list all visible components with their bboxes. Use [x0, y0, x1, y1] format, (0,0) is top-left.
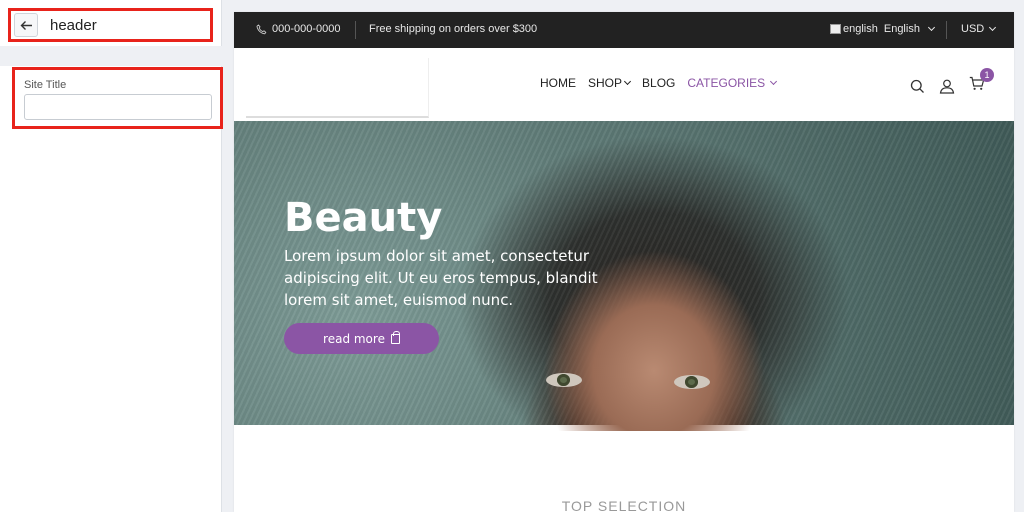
nav-categories[interactable]: CATEGORIES: [687, 76, 778, 90]
nav-links: HOME SHOP BLOG CATEGORIES: [540, 76, 778, 90]
cart-button[interactable]: 1: [969, 68, 994, 96]
editor-panel: header Site Title: [0, 0, 223, 512]
user-icon[interactable]: [939, 79, 955, 94]
flag-alt-text: english: [843, 23, 878, 35]
phone-number: 000-000-0000: [272, 23, 341, 35]
hero-description: Lorem ipsum dolor sit amet, consectetur …: [284, 247, 598, 309]
broken-image-icon: [830, 24, 841, 34]
nav-icons: 1: [910, 68, 994, 96]
language-selector[interactable]: english English: [830, 23, 935, 35]
nav-home[interactable]: HOME: [540, 76, 576, 90]
read-more-label: read more: [323, 331, 385, 346]
site-title-label: Site Title: [24, 79, 67, 91]
topbar-divider: [355, 21, 356, 39]
logo-placeholder[interactable]: [246, 58, 429, 118]
main-nav: HOME SHOP BLOG CATEGORIES 1: [234, 48, 1014, 121]
panel-header: header: [8, 8, 213, 42]
site-title-input[interactable]: [24, 94, 212, 120]
phone-icon: [256, 23, 267, 34]
eye-right: [674, 375, 710, 389]
chevron-down-icon: [927, 23, 935, 32]
nav-categories-label: CATEGORIES: [687, 76, 766, 90]
flag-image: english: [830, 23, 878, 35]
nav-shop[interactable]: SHOP: [588, 76, 632, 90]
back-button[interactable]: [14, 13, 38, 37]
read-more-button[interactable]: read more: [284, 323, 439, 354]
hero-title: Beauty: [284, 195, 443, 241]
top-selection-heading: TOP SELECTION: [561, 498, 687, 512]
nav-shop-label: SHOP: [588, 76, 623, 90]
top-bar: 000-000-0000 Free shipping on orders ove…: [234, 12, 1014, 48]
eye-left: [546, 373, 582, 387]
chevron-down-icon: [989, 23, 997, 32]
arrow-left-icon: [20, 20, 32, 30]
nav-blog[interactable]: BLOG: [642, 76, 675, 90]
language-label: English: [883, 23, 920, 35]
cart-count-badge: 1: [980, 68, 994, 82]
currency-label: USD: [961, 23, 985, 35]
shopping-bag-icon: [390, 330, 400, 344]
topbar-divider: [946, 21, 947, 39]
site-preview: 000-000-0000 Free shipping on orders ove…: [234, 12, 1014, 512]
currency-selector[interactable]: USD: [961, 23, 997, 35]
shipping-notice: Free shipping on orders over $300: [369, 23, 538, 35]
panel-title: header: [50, 16, 97, 34]
chevron-down-icon: [770, 77, 778, 86]
hero-banner: Beauty Lorem ipsum dolor sit amet, conse…: [234, 121, 1014, 431]
phone-contact[interactable]: 000-000-0000: [256, 23, 341, 35]
site-title-field-group: Site Title: [12, 67, 223, 129]
search-icon[interactable]: [910, 79, 925, 94]
panel-gap: [0, 46, 222, 66]
chevron-down-icon: [623, 77, 632, 86]
